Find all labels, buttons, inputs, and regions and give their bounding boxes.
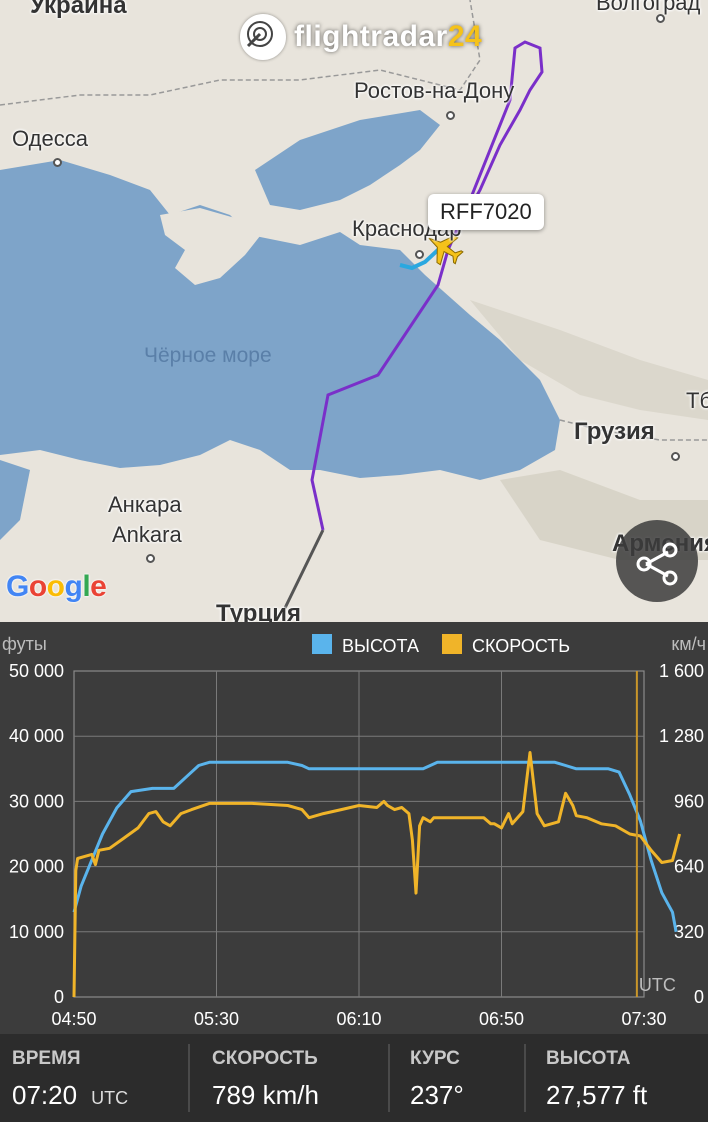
stat-speed-label: СКОРОСТЬ	[212, 1048, 318, 1069]
stat-altitude-value: 27,577 ft	[546, 1080, 648, 1110]
city-dot-krasnodar	[415, 250, 424, 259]
right-unit-label: км/ч	[671, 634, 706, 654]
share-icon	[636, 542, 678, 586]
label-odessa: Одесса	[12, 126, 88, 151]
city-dot-ankara	[146, 554, 155, 563]
azov-sea	[255, 110, 440, 210]
y-tick-right: 1 280	[659, 726, 704, 746]
label-volgograd: Волгоград	[596, 0, 701, 15]
legend-swatch	[312, 634, 332, 654]
flightradar-logo: flightradar24	[240, 14, 482, 60]
divider	[188, 1044, 190, 1112]
label-ukraine: Украина	[30, 0, 127, 19]
cursor-utc-label: UTC	[639, 975, 676, 995]
y-tick-right: 960	[674, 791, 704, 811]
left-unit-label: футы	[2, 634, 47, 654]
y-tick-right: 320	[674, 922, 704, 942]
x-tick: 04:50	[51, 1009, 96, 1029]
flight-track-old	[283, 529, 325, 609]
brand-main: flightradar	[294, 20, 448, 53]
y-tick-left: 40 000	[9, 726, 64, 746]
stat-course: КУРС 237°	[410, 1034, 520, 1122]
radar-icon	[240, 14, 286, 60]
y-tick-left: 30 000	[9, 791, 64, 811]
stats-bar: ВРЕМЯ 07:20 UTC СКОРОСТЬ 789 km/h КУРС 23…	[0, 1034, 708, 1122]
label-ankara-ru: Анкара	[108, 492, 182, 517]
x-tick: 06:10	[336, 1009, 381, 1029]
y-tick-right: 1 600	[659, 661, 704, 681]
label-rostov: Ростов-на-Дону	[354, 78, 515, 103]
y-tick-left: 10 000	[9, 922, 64, 942]
label-georgia: Грузия	[574, 418, 655, 445]
y-tick-right: 640	[674, 857, 704, 877]
city-dot-odessa	[53, 158, 62, 167]
x-tick: 05:30	[194, 1009, 239, 1029]
stat-speed-value: 789 km/h	[212, 1080, 319, 1110]
stat-altitude-label: ВЫСОТА	[546, 1048, 631, 1069]
label-ankara-en: Ankara	[112, 522, 182, 547]
legend-swatch	[442, 634, 462, 654]
legend-label: ВЫСОТА	[342, 636, 419, 656]
x-tick: 06:50	[479, 1009, 524, 1029]
city-dot-tbilisi	[671, 452, 680, 461]
label-turkey: Турция	[216, 600, 301, 622]
brand-accent: 24	[447, 20, 483, 53]
label-black-sea: Чёрное море	[144, 344, 272, 367]
stat-altitude: ВЫСОТА 27,577 ft	[546, 1034, 706, 1122]
share-button[interactable]	[616, 520, 698, 602]
y-tick-left: 50 000	[9, 661, 64, 681]
flight-profile-chart[interactable]: 0 10 000 20 000 30 000 40 000 50 000 0 320 640 96…	[0, 622, 708, 1034]
stat-time: ВРЕМЯ 07:20 UTC	[12, 1034, 192, 1122]
stat-course-value: 237°	[410, 1080, 464, 1110]
city-dot-volgograd	[656, 14, 665, 23]
city-dot-rostov	[446, 111, 455, 120]
stat-course-label: КУРС	[410, 1048, 460, 1069]
stat-speed: СКОРОСТЬ 789 km/h	[212, 1034, 392, 1122]
y-tick-left: 0	[54, 987, 64, 1007]
flight-map[interactable]: Украина Волгоград Ростов-на-Дону Одесса …	[0, 0, 708, 622]
stat-time-value: 07:20 UTC	[12, 1080, 129, 1110]
divider	[388, 1044, 390, 1112]
label-tbilisi: Тб	[686, 388, 708, 413]
callsign-tooltip[interactable]: RFF7020	[428, 194, 544, 230]
y-tick-right: 0	[694, 987, 704, 1007]
y-tick-left: 20 000	[9, 857, 64, 877]
x-tick: 07:30	[621, 1009, 666, 1029]
google-logo: Google	[6, 570, 107, 603]
chart-canvas: 0 10 000 20 000 30 000 40 000 50 000 0 320 640 96…	[2, 634, 706, 1029]
divider	[524, 1044, 526, 1112]
legend-label: СКОРОСТЬ	[472, 636, 570, 656]
stat-time-label: ВРЕМЯ	[12, 1048, 81, 1069]
